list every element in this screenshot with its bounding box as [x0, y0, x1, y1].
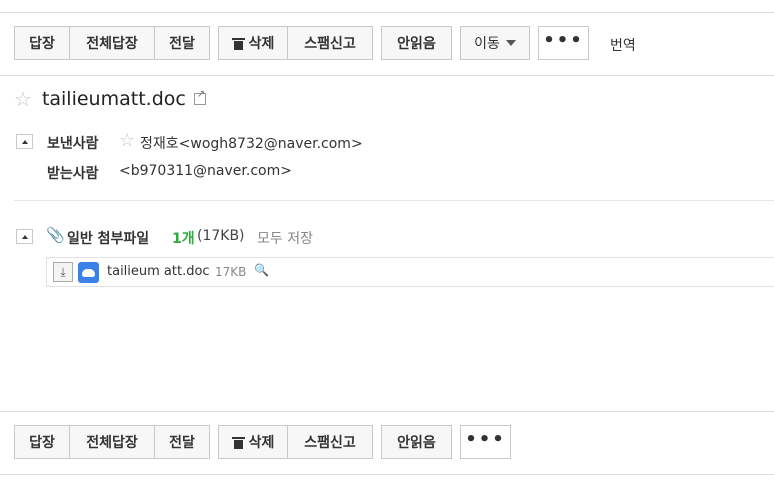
cloud-icon[interactable]	[78, 262, 99, 283]
caret-down-icon	[505, 40, 516, 46]
forward-label: 전달	[169, 435, 195, 451]
reply-group-bottom: 답장 전체답장 전달	[14, 425, 210, 459]
bottom-toolbar: 답장 전체답장 전달 삭제 스팸신고 안읽음 •••	[14, 425, 511, 459]
from-value[interactable]: 정재호<wogh8732@naver.com>	[140, 133, 363, 153]
spam-label: 스팸신고	[304, 435, 356, 451]
save-all-link[interactable]: 모두 저장	[257, 228, 313, 248]
attachments-total-size: (17KB)	[197, 228, 245, 244]
header-divider	[14, 200, 774, 201]
spam-label: 스팸신고	[304, 36, 356, 52]
bottom-toolbar-divider	[0, 411, 774, 412]
spam-button[interactable]: 스팸신고	[288, 26, 373, 60]
unread-label: 안읽음	[397, 435, 436, 451]
more-dots-icon: •••	[465, 429, 506, 450]
mail-subject: tailieumatt.doc	[41, 88, 186, 110]
delete-group: 삭제 스팸신고	[218, 26, 373, 60]
magnifier-icon[interactable]: 🔍	[254, 263, 269, 277]
header-collapse-toggle[interactable]	[16, 134, 33, 149]
delete-group-bottom: 삭제 스팸신고	[218, 425, 373, 459]
delete-button[interactable]: 삭제	[218, 26, 288, 60]
delete-button-bottom[interactable]: 삭제	[218, 425, 288, 459]
toolbar-divider	[0, 75, 774, 76]
reply-all-label: 전체답장	[86, 435, 138, 451]
forward-button-bottom[interactable]: 전달	[155, 425, 210, 459]
attachments-count: 1개	[172, 231, 195, 247]
unread-label: 안읽음	[397, 36, 436, 52]
more-dots-icon: •••	[543, 30, 584, 51]
attachments-label: 일반 첨부파일	[67, 231, 150, 247]
forward-label: 전달	[169, 36, 195, 52]
reply-all-button[interactable]: 전체답장	[70, 26, 155, 60]
external-link-icon[interactable]	[193, 89, 206, 105]
attachment-file-name[interactable]: tailieum att.doc	[107, 264, 210, 279]
top-divider	[0, 12, 774, 13]
trash-icon	[231, 37, 245, 50]
reply-button[interactable]: 답장	[14, 26, 70, 60]
paperclip-icon: 📎	[46, 226, 65, 244]
move-label: 이동	[474, 36, 500, 52]
reply-label: 답장	[29, 435, 55, 451]
translate-link[interactable]: 번역	[610, 35, 636, 55]
mark-unread-button[interactable]: 안읽음	[381, 26, 452, 60]
reply-all-label: 전체답장	[86, 36, 138, 52]
mark-unread-button-bottom[interactable]: 안읽음	[381, 425, 452, 459]
spam-button-bottom[interactable]: 스팸신고	[288, 425, 373, 459]
reply-button-bottom[interactable]: 답장	[14, 425, 70, 459]
more-button-bottom[interactable]: •••	[460, 425, 511, 459]
reply-all-button-bottom[interactable]: 전체답장	[70, 425, 155, 459]
attachments-collapse-toggle[interactable]	[16, 229, 33, 244]
reply-label: 답장	[29, 36, 55, 52]
more-button[interactable]: •••	[538, 26, 589, 60]
bottom-divider	[0, 474, 774, 475]
reply-group: 답장 전체답장 전달	[14, 26, 210, 60]
subject-row: ☆ tailieumatt.doc	[14, 88, 206, 110]
delete-label: 삭제	[248, 36, 275, 52]
from-label: 보낸사람	[47, 136, 99, 152]
collapse-triangle-icon	[21, 234, 28, 239]
delete-label: 삭제	[248, 435, 275, 451]
star-icon[interactable]: ☆	[14, 89, 32, 109]
to-label: 받는사람	[47, 166, 99, 182]
attachment-file-size: 17KB	[215, 265, 247, 279]
forward-button[interactable]: 전달	[155, 26, 210, 60]
move-dropdown[interactable]: 이동	[460, 26, 530, 60]
download-icon[interactable]: ⤓	[53, 262, 73, 282]
trash-icon	[231, 436, 245, 449]
collapse-triangle-icon	[21, 139, 28, 144]
to-value[interactable]: <b970311@naver.com>	[119, 163, 292, 179]
top-toolbar: 답장 전체답장 전달 삭제 스팸신고 안읽음 이동 •••	[14, 26, 589, 60]
sender-star-icon[interactable]: ☆	[119, 132, 135, 150]
